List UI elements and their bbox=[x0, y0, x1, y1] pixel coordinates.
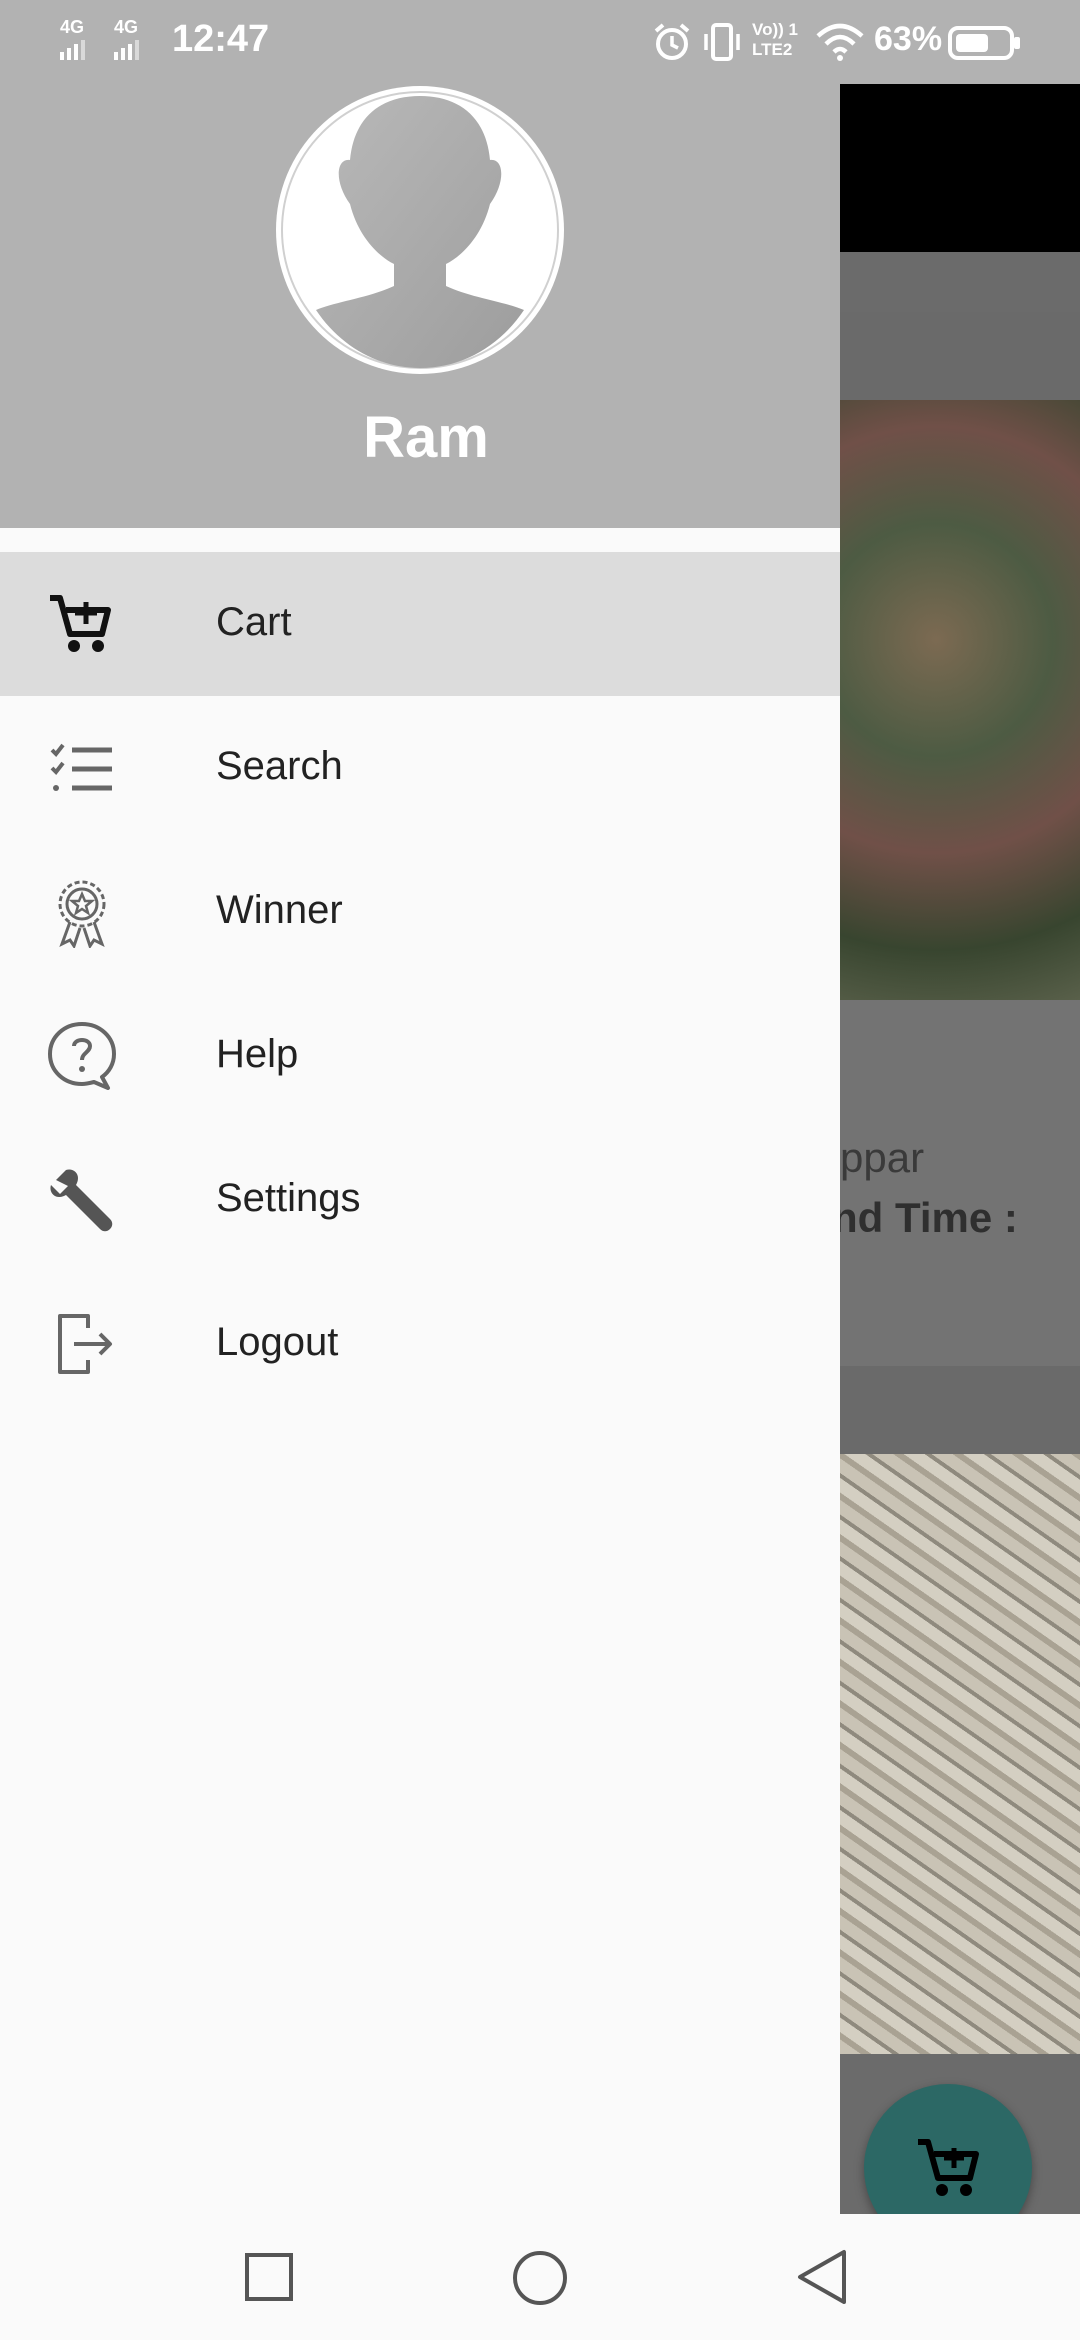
network-indicator-2: 4G bbox=[114, 18, 142, 60]
avatar[interactable] bbox=[276, 86, 564, 374]
menu-item-logout[interactable]: Logout bbox=[0, 1272, 840, 1416]
navigation-drawer: Ram Cart Search Winner Help Settings Log… bbox=[0, 84, 840, 2214]
menu-item-label: Logout bbox=[216, 1320, 339, 1364]
vibrate-icon bbox=[704, 23, 740, 61]
menu-item-label: Winner bbox=[216, 888, 343, 932]
wifi-icon bbox=[816, 23, 864, 61]
network-type-label: 4G bbox=[60, 17, 85, 37]
menu-item-label: Cart bbox=[216, 600, 292, 644]
back-button[interactable] bbox=[794, 2248, 850, 2306]
lte-label: LTE2 bbox=[752, 40, 793, 59]
wrench-icon bbox=[50, 1169, 113, 1232]
background-partial-text: ppar bbox=[840, 1134, 925, 1181]
person-silhouette-icon bbox=[281, 91, 559, 369]
volte-label: Vo)) 1 bbox=[752, 20, 798, 39]
menu-item-cart[interactable]: Cart bbox=[0, 552, 840, 696]
drawer-header: Ram bbox=[0, 84, 840, 528]
background-card-header bbox=[840, 1366, 1080, 1454]
background-card-header bbox=[840, 312, 1080, 400]
checklist-icon bbox=[50, 743, 112, 791]
background-toolbar bbox=[840, 84, 1080, 252]
help-bubble-icon bbox=[48, 1022, 116, 1090]
menu-item-winner[interactable]: Winner bbox=[0, 840, 840, 984]
cart-fab-button[interactable] bbox=[864, 2084, 1032, 2214]
home-button[interactable] bbox=[512, 2250, 568, 2306]
award-ribbon-icon bbox=[58, 880, 106, 948]
menu-item-settings[interactable]: Settings bbox=[0, 1128, 840, 1272]
user-name: Ram bbox=[363, 405, 489, 470]
background-product-image bbox=[840, 400, 1080, 1000]
menu-item-label: Settings bbox=[216, 1176, 361, 1220]
battery-percent: 63% bbox=[874, 20, 943, 58]
alarm-icon bbox=[654, 23, 690, 60]
recents-button[interactable] bbox=[244, 2252, 294, 2302]
menu-item-label: Search bbox=[216, 744, 343, 788]
menu-item-label: Help bbox=[216, 1032, 299, 1076]
volte-indicator: Vo)) 1 LTE2 bbox=[752, 20, 798, 60]
battery-icon bbox=[948, 26, 1020, 60]
logout-icon bbox=[58, 1314, 112, 1374]
clock: 12:47 bbox=[172, 18, 270, 60]
network-type-label: 4G bbox=[114, 17, 139, 37]
menu-item-search[interactable]: Search bbox=[0, 696, 840, 840]
network-indicator-1: 4G bbox=[60, 18, 88, 60]
background-partial-text: nd Time : bbox=[832, 1194, 1018, 1241]
menu-item-help[interactable]: Help bbox=[0, 984, 840, 1128]
cart-icon bbox=[918, 2139, 979, 2196]
status-bar: 4G 4G 12:47 Vo)) 1 LTE2 63% bbox=[0, 0, 1080, 84]
background-product-image bbox=[840, 1454, 1080, 2054]
cart-icon bbox=[50, 595, 111, 652]
system-navigation-bar bbox=[0, 2214, 1080, 2340]
